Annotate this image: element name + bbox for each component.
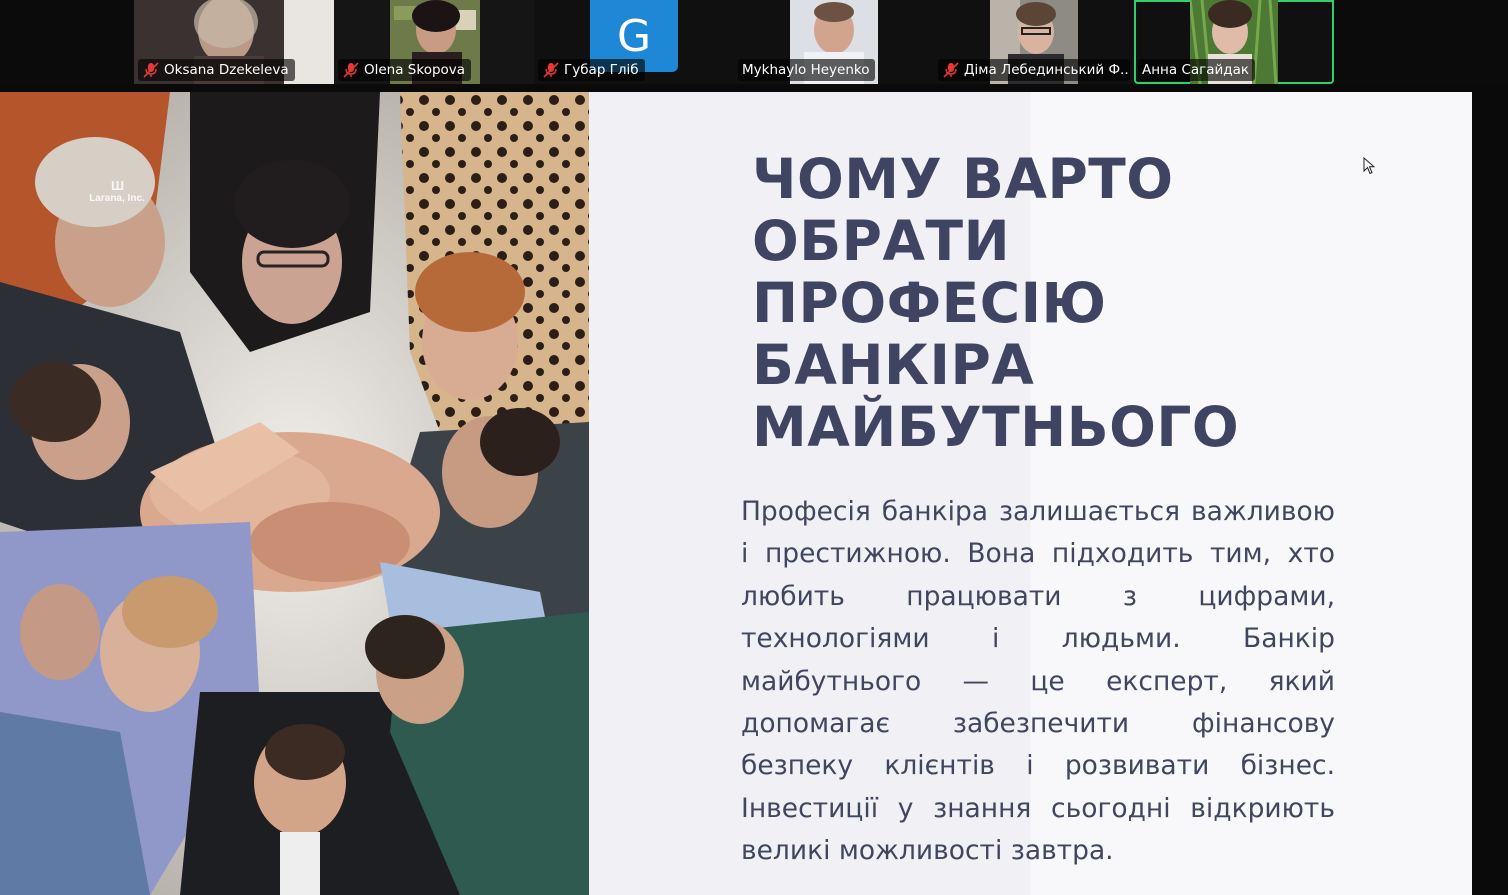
participant-name: Діма Лебединський Ф... bbox=[964, 62, 1130, 78]
mic-muted-icon bbox=[943, 62, 959, 78]
participant-tile[interactable]: Mykhaylo Heyenko bbox=[734, 0, 934, 84]
watermark-text: Larana, Inc. bbox=[89, 193, 145, 204]
team-hands-photo: Ш Larana, Inc. bbox=[0, 92, 589, 895]
slide-title: ЧОМУ ВАРТО ОБРАТИ ПРОФЕСІЮ БАНКІРА МАЙБУ… bbox=[752, 148, 1392, 458]
participant-name: Oksana Dzekeleva bbox=[164, 62, 289, 78]
participant-name-tag: Mykhaylo Heyenko bbox=[738, 59, 876, 81]
slide-body-text: Професія банкіра залишається важливою і … bbox=[741, 496, 1335, 867]
team-hands-illustration bbox=[0, 92, 589, 895]
participant-name-tag: Губар Гліб bbox=[538, 59, 645, 81]
participant-name-tag: Olena Skopova bbox=[338, 59, 472, 81]
mouse-cursor-icon bbox=[1363, 157, 1375, 175]
participant-name: Анна Сагайдак bbox=[1142, 62, 1250, 78]
participant-strip: Oksana Dzekeleva Olena Skopova G Губар Г… bbox=[0, 0, 1508, 86]
participant-name-tag: Oksana Dzekeleva bbox=[138, 59, 295, 81]
mic-muted-icon bbox=[343, 62, 359, 78]
participant-tile[interactable]: Olena Skopova bbox=[334, 0, 534, 84]
participant-name: Губар Гліб bbox=[564, 62, 639, 78]
slide-title-line: ОБРАТИ bbox=[752, 209, 1011, 273]
slide-title-line: МАЙБУТНЬОГО bbox=[752, 395, 1240, 459]
participant-name: Olena Skopova bbox=[364, 62, 466, 78]
participant-tile[interactable]: Oksana Dzekeleva bbox=[134, 0, 334, 84]
participant-tile[interactable]: G Губар Гліб bbox=[534, 0, 734, 84]
participant-name: Mykhaylo Heyenko bbox=[742, 62, 870, 78]
participant-name-tag: Анна Сагайдак bbox=[1138, 59, 1256, 81]
watermark-logo-icon: Ш bbox=[110, 178, 124, 193]
screen-share-margin bbox=[1472, 92, 1508, 895]
shared-screen-slide: Ш Larana, Inc. ЧОМУ ВАРТО ОБРАТИ ПРОФЕСІ… bbox=[0, 92, 1472, 895]
mic-muted-icon bbox=[143, 62, 159, 78]
slide-title-line: ПРОФЕСІЮ bbox=[752, 271, 1107, 335]
photo-watermark: Ш Larana, Inc. bbox=[82, 178, 152, 204]
zoom-meeting-window: Oksana Dzekeleva Olena Skopova G Губар Г… bbox=[0, 0, 1508, 895]
mic-muted-icon bbox=[543, 62, 559, 78]
participant-tile-active-speaker[interactable]: Анна Сагайдак bbox=[1134, 0, 1334, 84]
participant-name-tag: Діма Лебединський Ф... bbox=[938, 59, 1130, 81]
slide-title-line: ЧОМУ ВАРТО bbox=[752, 147, 1174, 211]
slide-text-panel: ЧОМУ ВАРТО ОБРАТИ ПРОФЕСІЮ БАНКІРА МАЙБУ… bbox=[589, 92, 1472, 895]
participant-tile[interactable]: Діма Лебединський Ф... bbox=[934, 0, 1134, 84]
slide-title-line: БАНКІРА bbox=[752, 333, 1035, 397]
